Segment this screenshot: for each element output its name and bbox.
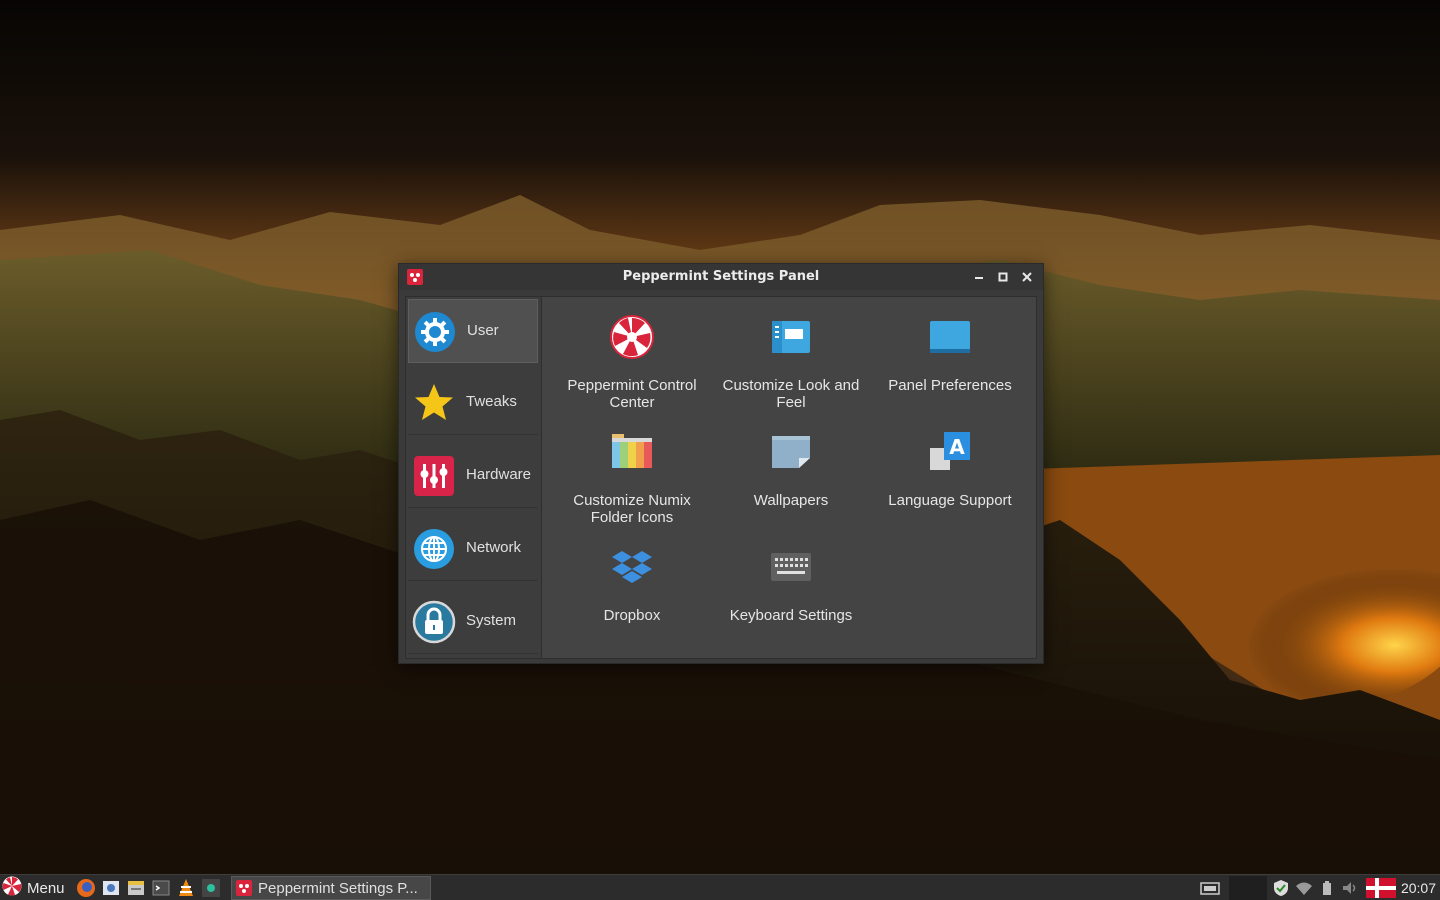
launcher-panel-preferences[interactable]: Panel Preferences bbox=[870, 297, 1030, 409]
clock[interactable]: 20:07 bbox=[1401, 875, 1436, 900]
mail-icon[interactable] bbox=[100, 877, 122, 899]
close-button[interactable] bbox=[1019, 269, 1035, 285]
files-icon[interactable] bbox=[125, 877, 147, 899]
launcher-label: Wallpapers bbox=[753, 492, 829, 509]
launcher-label: Customize Numix Folder Icons bbox=[573, 492, 691, 526]
keyboard-layout-icon[interactable] bbox=[1198, 878, 1222, 898]
star-icon bbox=[412, 381, 456, 425]
sidebar-item-network[interactable]: Network bbox=[408, 517, 538, 581]
gear-icon bbox=[413, 310, 457, 354]
taskbar: Menu Peppermint Settings P... 20:07 bbox=[0, 874, 1440, 900]
launcher-label: Language Support bbox=[888, 492, 1012, 509]
minimize-icon bbox=[975, 277, 983, 279]
vlc-icon[interactable] bbox=[175, 877, 197, 899]
sidebar-item-tweaks[interactable]: Tweaks bbox=[408, 371, 538, 435]
menu-button[interactable]: Menu bbox=[2, 875, 65, 900]
volume-icon[interactable] bbox=[1340, 878, 1360, 898]
launcher-dropbox[interactable]: Dropbox bbox=[552, 527, 712, 639]
terminal-icon[interactable] bbox=[150, 877, 172, 899]
close-icon bbox=[1022, 272, 1032, 282]
maximize-icon bbox=[998, 272, 1008, 282]
folder-colors-icon bbox=[610, 430, 654, 474]
svg-text:A: A bbox=[949, 435, 965, 459]
shield-icon[interactable] bbox=[1271, 878, 1291, 898]
sidebar-item-label: User bbox=[467, 322, 499, 339]
battery-icon[interactable] bbox=[1317, 878, 1337, 898]
wifi-icon[interactable] bbox=[1294, 878, 1314, 898]
launcher-keyboard-settings[interactable]: Keyboard Settings bbox=[711, 527, 871, 639]
launcher-label: Dropbox bbox=[603, 607, 661, 624]
danish-flag-icon[interactable] bbox=[1366, 878, 1396, 898]
launcher-peppermint-control-center[interactable]: Peppermint Control Center bbox=[552, 297, 712, 411]
launcher-label: Panel Preferences bbox=[888, 377, 1012, 394]
firefox-icon[interactable] bbox=[75, 877, 97, 899]
launcher-customize-numix-folder-icons[interactable]: Customize Numix Folder Icons bbox=[552, 412, 712, 526]
category-sidebar: User Tweaks Hardware Network System bbox=[406, 297, 542, 658]
launcher-customize-look-and-feel[interactable]: Customize Look and Feel bbox=[711, 297, 871, 411]
sidebar-item-hardware[interactable]: Hardware bbox=[408, 444, 538, 508]
screen-icon[interactable] bbox=[200, 877, 222, 899]
sidebar-item-label: Tweaks bbox=[466, 393, 517, 410]
launcher-wallpapers[interactable]: Wallpapers bbox=[711, 412, 871, 524]
keyboard-icon bbox=[769, 545, 813, 589]
globe-icon bbox=[412, 527, 456, 571]
panel-icon bbox=[928, 315, 972, 359]
dropbox-icon bbox=[610, 545, 654, 589]
window-appearance-icon bbox=[769, 315, 813, 359]
settings-window: Peppermint Settings Panel User Tweaks Ha… bbox=[398, 263, 1044, 664]
peppermint-menu-icon bbox=[2, 876, 22, 900]
launcher-label: Customize Look and Feel bbox=[722, 377, 860, 411]
lock-icon bbox=[412, 600, 456, 644]
sidebar-item-user[interactable]: User bbox=[408, 299, 538, 363]
peppermint-app-icon bbox=[236, 880, 252, 896]
launcher-label: Keyboard Settings bbox=[729, 607, 853, 624]
minimize-button[interactable] bbox=[971, 269, 987, 285]
launcher-label: Peppermint Control Center bbox=[567, 377, 697, 411]
maximize-button[interactable] bbox=[995, 269, 1011, 285]
sidebar-item-system[interactable]: System bbox=[408, 590, 538, 654]
taskbar-window-button[interactable]: Peppermint Settings P... bbox=[231, 876, 431, 900]
window-content: User Tweaks Hardware Network System Pepp… bbox=[405, 296, 1037, 659]
sidebar-item-label: Network bbox=[466, 539, 522, 556]
launcher-language-support[interactable]: A Language Support bbox=[870, 412, 1030, 524]
window-titlebar[interactable]: Peppermint Settings Panel bbox=[399, 264, 1043, 290]
hardware-icon bbox=[412, 454, 456, 498]
blank-indicator-icon[interactable] bbox=[1229, 876, 1267, 900]
sidebar-item-label: Hardware bbox=[466, 466, 532, 483]
taskbar-window-label: Peppermint Settings P... bbox=[258, 879, 418, 897]
launcher-grid: Peppermint Control Center Customize Look… bbox=[542, 297, 1036, 658]
peppermint-icon bbox=[610, 315, 654, 359]
sidebar-item-label: System bbox=[466, 612, 517, 629]
wallpaper-icon bbox=[769, 430, 813, 474]
language-icon: A bbox=[928, 430, 972, 474]
menu-label: Menu bbox=[27, 879, 65, 897]
window-title: Peppermint Settings Panel bbox=[622, 269, 820, 284]
